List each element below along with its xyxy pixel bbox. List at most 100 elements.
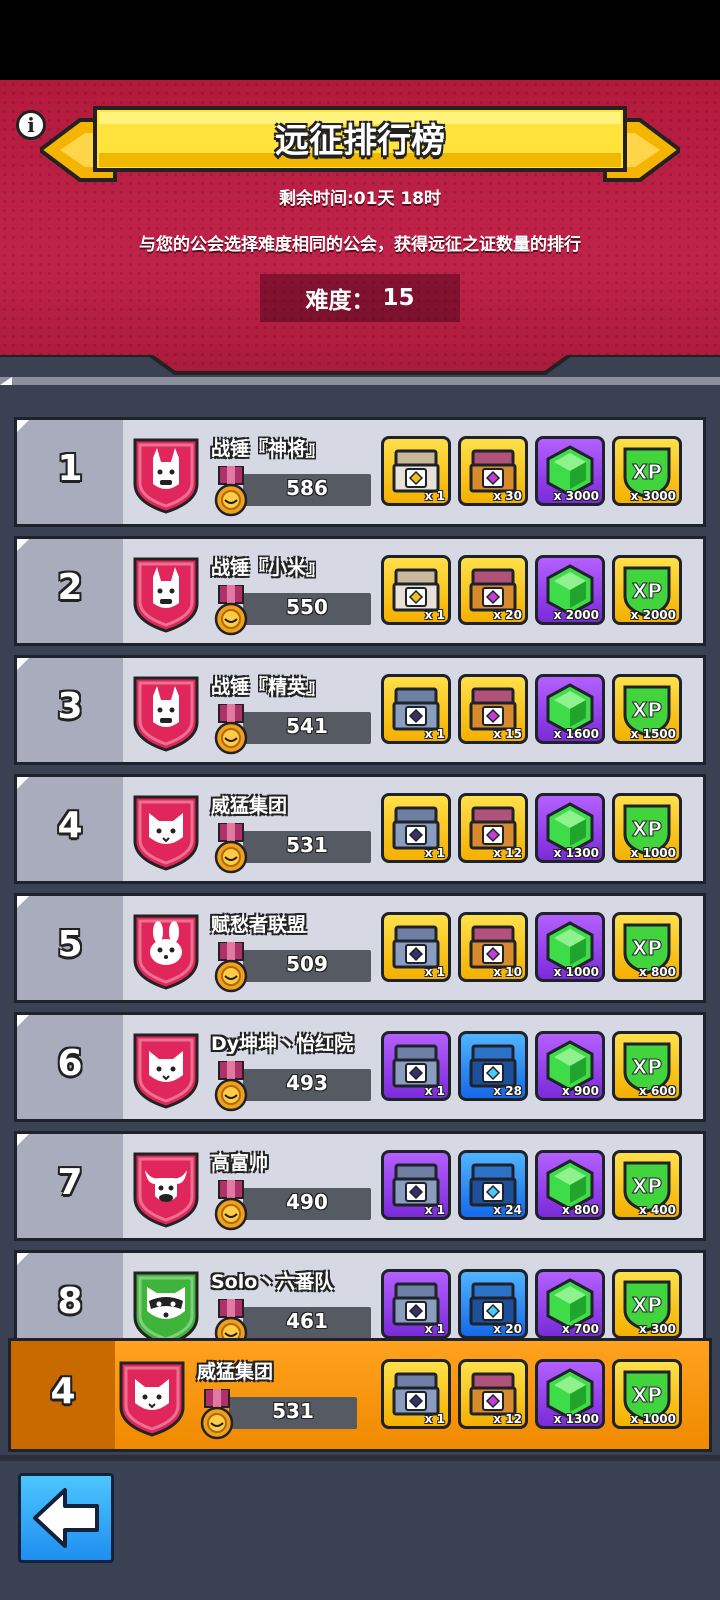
svg-text:XP: XP — [632, 698, 662, 722]
reward-slot[interactable]: x 20 — [458, 1269, 528, 1339]
ranking-row[interactable]: 2 战锤『小米』 550 x 1 x 20 x 2000 XP x 2000 — [14, 536, 706, 646]
guild-name: 战锤『小米』 — [211, 557, 326, 579]
reward-slot[interactable]: x 1300 — [535, 793, 605, 863]
ranking-row[interactable]: 5 赋愁者联盟 509 x 1 x 10 x 1000 XP x 800 — [14, 893, 706, 1003]
rank-number: 5 — [57, 924, 83, 965]
ranking-row[interactable]: 3 战锤『精英』 541 x 1 x 15 x 1600 XP x 1500 — [14, 655, 706, 765]
guild-name: 战锤『精英』 — [211, 676, 326, 698]
page-title: 远征排行榜 — [275, 121, 445, 161]
reward-slot[interactable]: x 24 — [458, 1150, 528, 1220]
reward-quantity: x 12 — [493, 1412, 522, 1426]
reward-quantity: x 30 — [493, 489, 522, 503]
reward-slot[interactable]: x 30 — [458, 436, 528, 506]
back-arrow-icon — [33, 1488, 99, 1548]
guild-score: 461 — [286, 1309, 328, 1333]
guild-score: 550 — [286, 595, 328, 619]
reward-slot[interactable]: x 1 — [381, 1269, 451, 1339]
reward-slot[interactable]: XP x 1000 — [612, 793, 682, 863]
reward-quantity: x 1 — [424, 965, 445, 979]
reward-slot[interactable]: XP x 800 — [612, 912, 682, 982]
reward-slot[interactable]: XP x 3000 — [612, 436, 682, 506]
reward-slot[interactable]: x 1 — [381, 912, 451, 982]
reward-quantity: x 1 — [424, 1203, 445, 1217]
reward-quantity: x 2000 — [630, 608, 676, 622]
guild-name: Dy坤坤丶怡红院 — [211, 1033, 354, 1055]
cat-emblem — [131, 793, 201, 871]
reward-quantity: x 10 — [493, 965, 522, 979]
back-button[interactable] — [18, 1473, 114, 1563]
difficulty-value: 15 — [382, 285, 415, 311]
reward-slot[interactable]: x 800 — [535, 1150, 605, 1220]
reward-slot[interactable]: XP x 1000 — [612, 1359, 682, 1429]
guild-name: 威猛集团 — [211, 795, 288, 817]
rank-number: 4 — [57, 805, 83, 846]
reward-slot[interactable]: XP x 1500 — [612, 674, 682, 744]
rank-number: 7 — [57, 1162, 83, 1203]
reward-quantity: x 24 — [493, 1203, 522, 1217]
reward-slot[interactable]: x 900 — [535, 1031, 605, 1101]
reward-slot[interactable]: x 28 — [458, 1031, 528, 1101]
ranking-row[interactable]: 7 高富帅 490 x 1 x 24 x 800 XP x 400 — [14, 1131, 706, 1241]
cat-emblem — [131, 1031, 201, 1109]
reward-slot[interactable]: x 1 — [381, 436, 451, 506]
rank-number: 4 — [50, 1371, 76, 1412]
rank-number: 8 — [57, 1281, 83, 1322]
reward-quantity: x 300 — [639, 1322, 676, 1336]
reward-slot[interactable]: XP x 600 — [612, 1031, 682, 1101]
leaderboard-screen: i 远征排行榜 剩余时间:01天 18时 与您的公会选择难度相同的公会，获得远征… — [0, 0, 720, 1600]
reward-slot[interactable]: x 1000 — [535, 912, 605, 982]
difficulty-box: 难度： 15 — [260, 274, 460, 322]
reward-slot[interactable]: x 1 — [381, 674, 451, 744]
guild-score: 586 — [286, 476, 328, 500]
reward-slot[interactable]: x 2000 — [535, 555, 605, 625]
reward-slot[interactable]: x 1 — [381, 555, 451, 625]
rabbit-emblem — [131, 912, 201, 990]
reward-quantity: x 20 — [493, 608, 522, 622]
ranking-row[interactable]: 6 Dy坤坤丶怡红院 493 x 1 x 28 x 900 XP x 600 — [14, 1012, 706, 1122]
reward-slot[interactable]: x 12 — [458, 1359, 528, 1429]
reward-quantity: x 1 — [424, 846, 445, 860]
ranking-list[interactable]: 1 战锤『神将』 586 x 1 x 30 x 3000 XP x 3000 2 … — [0, 405, 720, 1365]
reward-quantity: x 3000 — [553, 489, 599, 503]
rank-number: 3 — [57, 686, 83, 727]
reward-quantity: x 1 — [424, 1412, 445, 1426]
reward-slot[interactable]: x 1 — [381, 1150, 451, 1220]
row-corner — [17, 1134, 29, 1146]
reward-quantity: x 1000 — [630, 1412, 676, 1426]
reward-slot[interactable]: x 1 — [381, 1359, 451, 1429]
bull-emblem — [131, 1150, 201, 1228]
reward-slot[interactable]: XP x 400 — [612, 1150, 682, 1220]
status-bar-area — [0, 0, 720, 80]
reward-slot[interactable]: x 3000 — [535, 436, 605, 506]
reward-quantity: x 1300 — [553, 1412, 599, 1426]
reward-slot[interactable]: x 1600 — [535, 674, 605, 744]
reward-quantity: x 1500 — [630, 727, 676, 741]
reward-slot[interactable]: x 10 — [458, 912, 528, 982]
reward-slot[interactable]: x 1300 — [535, 1359, 605, 1429]
reward-quantity: x 400 — [639, 1203, 676, 1217]
remaining-time: 剩余时间:01天 18时 — [278, 189, 442, 209]
reward-quantity: x 15 — [493, 727, 522, 741]
reward-quantity: x 800 — [639, 965, 676, 979]
reward-quantity: x 3000 — [630, 489, 676, 503]
row-corner — [17, 658, 29, 670]
reward-slot[interactable]: x 12 — [458, 793, 528, 863]
reward-slot[interactable]: x 1 — [381, 793, 451, 863]
reward-slot[interactable]: XP x 2000 — [612, 555, 682, 625]
reward-quantity: x 1600 — [553, 727, 599, 741]
reward-slot[interactable]: x 20 — [458, 555, 528, 625]
raccoon-emblem — [131, 1269, 201, 1347]
guild-name: 战锤『神将』 — [211, 438, 326, 460]
reward-slot[interactable]: XP x 300 — [612, 1269, 682, 1339]
ranking-row[interactable]: 1 战锤『神将』 586 x 1 x 30 x 3000 XP x 3000 — [14, 417, 706, 527]
reward-quantity: x 800 — [562, 1203, 599, 1217]
row-corner — [17, 896, 29, 908]
row-corner — [17, 539, 29, 551]
reward-slot[interactable]: x 1 — [381, 1031, 451, 1101]
rank-number: 2 — [57, 567, 83, 608]
reward-quantity: x 12 — [493, 846, 522, 860]
reward-quantity: x 2000 — [553, 608, 599, 622]
ranking-row[interactable]: 4 威猛集团 531 x 1 x 12 x 1300 XP x 1000 — [14, 774, 706, 884]
reward-slot[interactable]: x 700 — [535, 1269, 605, 1339]
reward-slot[interactable]: x 15 — [458, 674, 528, 744]
